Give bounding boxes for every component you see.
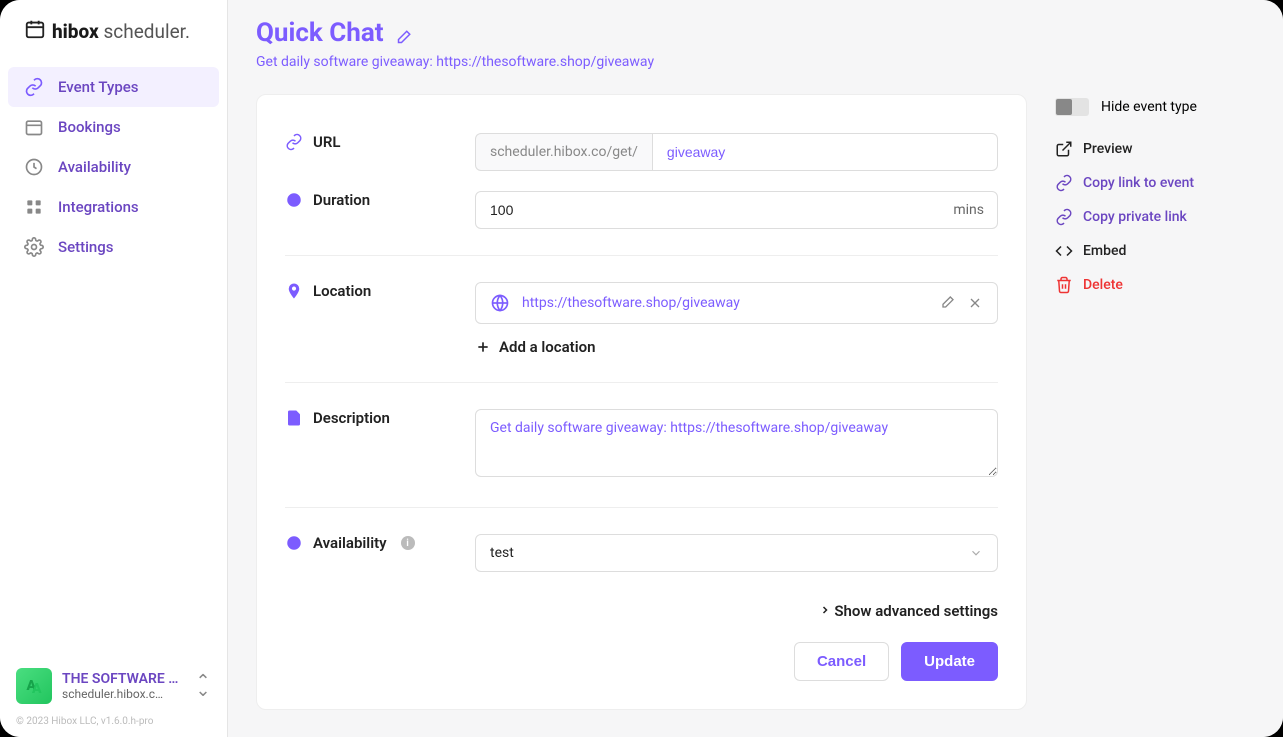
- edit-title-icon[interactable]: [394, 24, 412, 42]
- description-input[interactable]: [475, 409, 998, 477]
- file-icon: [285, 409, 303, 427]
- copy-event-link-button[interactable]: Copy link to event: [1055, 166, 1255, 200]
- sidebar-user[interactable]: AA THE SOFTWARE … scheduler.hibox.c… ⌃⌄: [0, 656, 227, 712]
- link-icon: [1055, 174, 1073, 192]
- trash-icon: [1055, 276, 1073, 294]
- link-icon: [285, 133, 303, 151]
- location-chip: https://thesoftware.shop/giveaway: [475, 282, 998, 324]
- show-advanced-button[interactable]: Show advanced settings: [285, 602, 998, 620]
- sidebar-item-event-types[interactable]: Event Types: [8, 67, 219, 107]
- copy-private-link-button[interactable]: Copy private link: [1055, 200, 1255, 234]
- url-prefix: scheduler.hibox.co/get/: [475, 133, 652, 171]
- url-input[interactable]: [652, 133, 998, 171]
- event-form-card: URL scheduler.hibox.co/get/ Duration min…: [256, 94, 1027, 710]
- code-icon: [1055, 242, 1073, 260]
- duration-unit: mins: [953, 202, 984, 218]
- clock-icon: [285, 534, 303, 552]
- remove-location-icon[interactable]: [967, 295, 983, 311]
- sidebar-label: Availability: [58, 158, 131, 176]
- sidebar-label: Settings: [58, 238, 114, 256]
- hide-event-label: Hide event type: [1101, 99, 1197, 115]
- globe-icon: [490, 293, 510, 313]
- link-icon: [1055, 208, 1073, 226]
- page-title: Quick Chat: [256, 18, 1255, 48]
- sidebar-label: Event Types: [58, 78, 139, 96]
- cancel-button[interactable]: Cancel: [794, 642, 889, 681]
- location-url: https://thesoftware.shop/giveaway: [522, 295, 740, 311]
- main-content: Quick Chat Get daily software giveaway: …: [228, 0, 1283, 737]
- sidebar: hibox scheduler. Event Types Bookings Av…: [0, 0, 228, 737]
- grid-icon: [24, 197, 44, 217]
- embed-button[interactable]: Embed: [1055, 234, 1255, 268]
- sidebar-item-availability[interactable]: Availability: [8, 147, 219, 187]
- sidebar-label: Integrations: [58, 198, 139, 216]
- calendar-icon: [24, 117, 44, 137]
- update-button[interactable]: Update: [901, 642, 998, 681]
- url-label: URL: [313, 133, 341, 151]
- link-icon: [24, 77, 44, 97]
- duration-label: Duration: [313, 191, 370, 209]
- add-location-button[interactable]: Add a location: [475, 338, 998, 356]
- user-menu-toggle[interactable]: ⌃⌄: [195, 677, 211, 695]
- hide-event-toggle[interactable]: [1055, 98, 1089, 116]
- sidebar-item-settings[interactable]: Settings: [8, 227, 219, 267]
- clock-icon: [24, 157, 44, 177]
- preview-button[interactable]: Preview: [1055, 132, 1255, 166]
- sidebar-label: Bookings: [58, 118, 121, 136]
- page-subtitle: Get daily software giveaway: https://the…: [256, 54, 1255, 70]
- user-name: THE SOFTWARE …: [62, 671, 185, 687]
- edit-location-icon[interactable]: [939, 295, 955, 311]
- duration-input[interactable]: [475, 191, 998, 229]
- location-label: Location: [313, 282, 371, 300]
- clock-icon: [285, 191, 303, 209]
- gear-icon: [24, 237, 44, 257]
- external-link-icon: [1055, 140, 1073, 158]
- chevron-right-icon: [819, 602, 831, 614]
- info-icon[interactable]: i: [401, 536, 415, 550]
- description-label: Description: [313, 409, 390, 427]
- copyright: © 2023 Hibox LLC, v1.6.0.h-pro: [0, 712, 227, 737]
- calendar-logo-icon: [24, 18, 46, 45]
- chevron-down-icon: [969, 546, 983, 560]
- actions-rail: Hide event type Preview Copy link to eve…: [1055, 94, 1255, 302]
- brand-logo: hibox scheduler.: [0, 0, 227, 59]
- avatar: AA: [16, 668, 52, 704]
- plus-icon: [475, 339, 491, 355]
- sidebar-item-bookings[interactable]: Bookings: [8, 107, 219, 147]
- user-url: scheduler.hibox.c…: [62, 687, 185, 701]
- delete-button[interactable]: Delete: [1055, 268, 1255, 302]
- sidebar-nav: Event Types Bookings Availability Integr…: [0, 59, 227, 267]
- availability-label: Availability: [313, 534, 387, 552]
- sidebar-item-integrations[interactable]: Integrations: [8, 187, 219, 227]
- pin-icon: [285, 282, 303, 300]
- availability-select[interactable]: test: [475, 534, 998, 572]
